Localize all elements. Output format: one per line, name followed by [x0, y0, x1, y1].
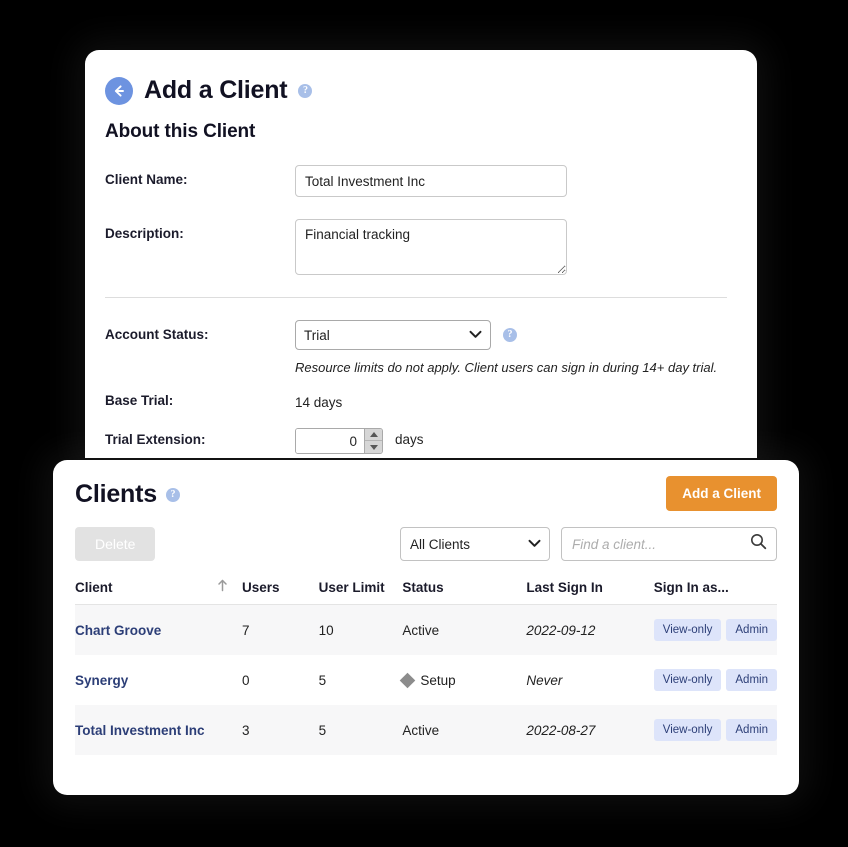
cell-status: Active [402, 705, 527, 755]
trial-extension-label: Trial Extension: [105, 432, 206, 447]
client-filter-select[interactable]: All Clients [400, 527, 550, 561]
column-header-user-limit[interactable]: User Limit [318, 579, 403, 605]
status-label: Setup [420, 672, 456, 688]
account-status-help-icon[interactable]: ? [503, 328, 517, 342]
sort-ascending-icon [217, 579, 242, 595]
clients-toolbar: Delete All Clients [75, 527, 777, 561]
add-a-client-button[interactable]: Add a Client [666, 476, 777, 511]
client-name-label: Client Name: [105, 172, 188, 187]
cell-user-limit: 5 [318, 705, 403, 755]
column-header-client[interactable]: Client [75, 579, 242, 605]
form-divider [105, 297, 727, 298]
trial-extension-stepper[interactable] [295, 428, 383, 454]
account-status-row: Account Status: Trial ? [105, 320, 727, 350]
clients-panel: Clients ? Add a Client Delete All Client… [53, 460, 799, 795]
client-name-row: Client Name: [105, 165, 727, 197]
cell-client: Chart Groove [75, 604, 242, 655]
cell-user-limit: 5 [318, 672, 327, 688]
cell-sign-in-as: View-only Admin [653, 705, 777, 755]
cell-last-sign-in: 2022-09-12 [526, 604, 654, 655]
view-only-button[interactable]: View-only [653, 719, 722, 741]
description-label: Description: [105, 226, 184, 241]
cell-user-limit: 10 [318, 604, 403, 655]
cell-sign-in-as: View-only Admin [653, 604, 777, 655]
add-client-header: Add a Client ? [105, 76, 727, 105]
section-title: About this Client [105, 121, 256, 142]
search-box [561, 527, 777, 561]
admin-button[interactable]: Admin [726, 669, 777, 691]
status-label: Active [402, 622, 440, 638]
base-trial-label: Base Trial: [105, 393, 174, 408]
cell-sign-in-as: View-only Admin [653, 655, 777, 705]
page-title: Add a Client [144, 76, 288, 104]
delete-button[interactable]: Delete [75, 527, 156, 561]
account-status-hint-row: Resource limits do not apply. Client use… [105, 360, 727, 375]
cell-last-sign-in: 2022-08-27 [526, 705, 654, 755]
column-header-status[interactable]: Status [402, 579, 527, 605]
client-link[interactable]: Chart Groove [75, 623, 161, 638]
admin-button[interactable]: Admin [726, 719, 777, 741]
cell-client: Synergy [75, 655, 242, 705]
add-client-panel: Add a Client ? About this Client Client … [85, 50, 757, 458]
description-input[interactable]: Financial tracking [295, 219, 567, 275]
description-row: Description: Financial tracking [105, 219, 727, 275]
cell-last-sign-in: Never [526, 672, 563, 688]
column-header-users[interactable]: Users [241, 579, 319, 605]
view-only-button[interactable]: View-only [653, 619, 722, 641]
clients-table: Client Users User Limit Status Last Sign… [75, 579, 777, 755]
account-status-select[interactable]: Trial [295, 320, 491, 350]
trial-extension-input[interactable] [296, 429, 364, 453]
column-label: Last Sign In [526, 579, 603, 595]
back-arrow-icon[interactable] [105, 76, 133, 105]
search-input[interactable] [562, 528, 776, 560]
base-trial-row: Base Trial: 14 days [105, 393, 727, 410]
cell-status: Active [402, 604, 527, 655]
help-icon[interactable]: ? [298, 83, 313, 98]
cell-users: 0 [241, 672, 250, 688]
clients-title: Clients [75, 480, 157, 508]
screen-root: Add a Client ? About this Client Client … [0, 0, 848, 847]
column-label: User Limit [318, 579, 385, 595]
column-header-last-sign-in[interactable]: Last Sign In [526, 579, 654, 605]
help-icon[interactable]: ? [165, 487, 180, 502]
status-label: Active [402, 722, 440, 738]
table-row[interactable]: Chart Groove 7 10 Active 2022-09-12 View… [75, 604, 777, 655]
column-label: Status [402, 579, 444, 595]
base-trial-value: 14 days [295, 395, 343, 410]
diamond-icon [400, 672, 416, 688]
column-label: Client [75, 579, 113, 595]
stepper-up-icon[interactable] [365, 429, 382, 441]
client-name-input[interactable] [295, 165, 567, 197]
column-label: Users [241, 579, 280, 595]
trial-extension-row: Trial Extension: days [105, 428, 727, 454]
table-row[interactable]: Total Investment Inc 3 5 Active 2022-08-… [75, 705, 777, 755]
table-header-row: Client Users User Limit Status Last Sign… [75, 579, 777, 605]
cell-status: Setup [400, 655, 526, 705]
client-link[interactable]: Total Investment Inc [75, 723, 205, 738]
table-row[interactable]: Synergy 0 5 Setup Never View-only Admin [75, 655, 777, 705]
stepper-down-icon[interactable] [365, 441, 382, 453]
trial-extension-unit: days [395, 432, 424, 447]
admin-button[interactable]: Admin [726, 619, 777, 641]
cell-users: 7 [241, 604, 319, 655]
account-status-hint: Resource limits do not apply. Client use… [295, 360, 718, 375]
cell-client: Total Investment Inc [75, 705, 242, 755]
account-status-label: Account Status: [105, 327, 209, 342]
column-header-sign-in-as[interactable]: Sign In as... [653, 579, 777, 605]
search-icon[interactable] [750, 533, 767, 555]
cell-users: 3 [241, 705, 319, 755]
column-label: Sign In as... [653, 579, 729, 595]
view-only-button[interactable]: View-only [653, 669, 722, 691]
client-link[interactable]: Synergy [75, 673, 128, 688]
